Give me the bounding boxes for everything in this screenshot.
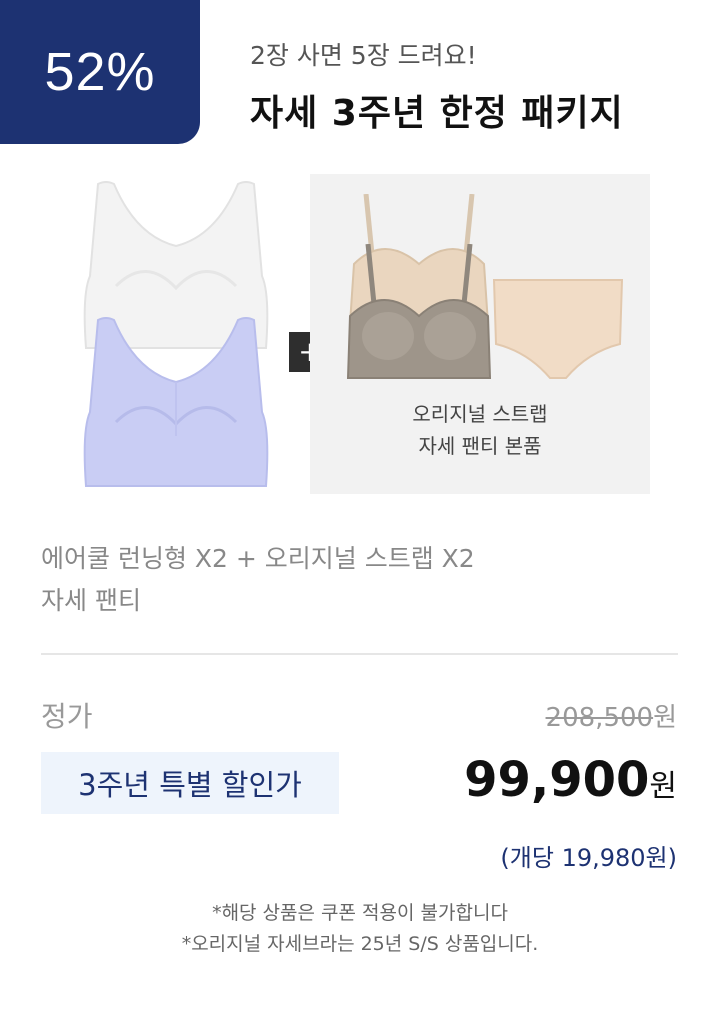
lavender-bra-image bbox=[83, 317, 269, 487]
package-title: 자세 3주년 한정 패키지 bbox=[250, 93, 624, 134]
special-discount-tag: 3주년 특별 할인가 bbox=[41, 752, 339, 814]
description-line1: 에어쿨 런닝형 X2 + 오리지널 스트랩 X2 bbox=[41, 544, 475, 573]
beige-panty-image bbox=[492, 279, 624, 379]
package-description: 에어쿨 런닝형 X2 + 오리지널 스트랩 X2 자세 팬티 bbox=[41, 538, 475, 622]
notice-line2: *오리지널 자세브라는 25년 S/S 상품입니다. bbox=[181, 933, 539, 955]
sale-price-value: 99,900 bbox=[464, 752, 650, 808]
regular-price-unit: 원 bbox=[653, 703, 677, 733]
bonus-items-panel: 오리지널 스트랩 자세 팬티 본품 bbox=[310, 174, 650, 494]
product-images: + 오리지널 스트랩 자세 팬티 본품 bbox=[0, 170, 720, 500]
bonus-caption-line1: 오리지널 스트랩 bbox=[412, 402, 548, 426]
notice-line1: *해당 상품은 쿠폰 적용이 불가합니다 bbox=[212, 902, 508, 924]
sale-price: 99,900원 bbox=[464, 752, 677, 808]
notice-text: *해당 상품은 쿠폰 적용이 불가합니다 *오리지널 자세브라는 25년 S/S… bbox=[0, 898, 720, 960]
discount-percent: 52% bbox=[44, 42, 156, 102]
divider bbox=[41, 653, 678, 655]
promo-subtitle: 2장 사면 5장 드려요! bbox=[250, 41, 477, 70]
sale-price-unit: 원 bbox=[649, 769, 677, 804]
regular-price-label: 정가 bbox=[41, 700, 93, 733]
discount-badge: 52% bbox=[0, 0, 200, 144]
per-unit-price: (개당 19,980원) bbox=[500, 844, 677, 872]
regular-price-value: 208,500 bbox=[545, 703, 654, 733]
gray-strap-bra-image bbox=[346, 244, 492, 379]
description-line2: 자세 팬티 bbox=[41, 586, 141, 615]
bonus-caption: 오리지널 스트랩 자세 팬티 본품 bbox=[310, 398, 650, 462]
regular-price: 208,500원 bbox=[546, 697, 677, 734]
bonus-caption-line2: 자세 팬티 본품 bbox=[418, 434, 542, 458]
